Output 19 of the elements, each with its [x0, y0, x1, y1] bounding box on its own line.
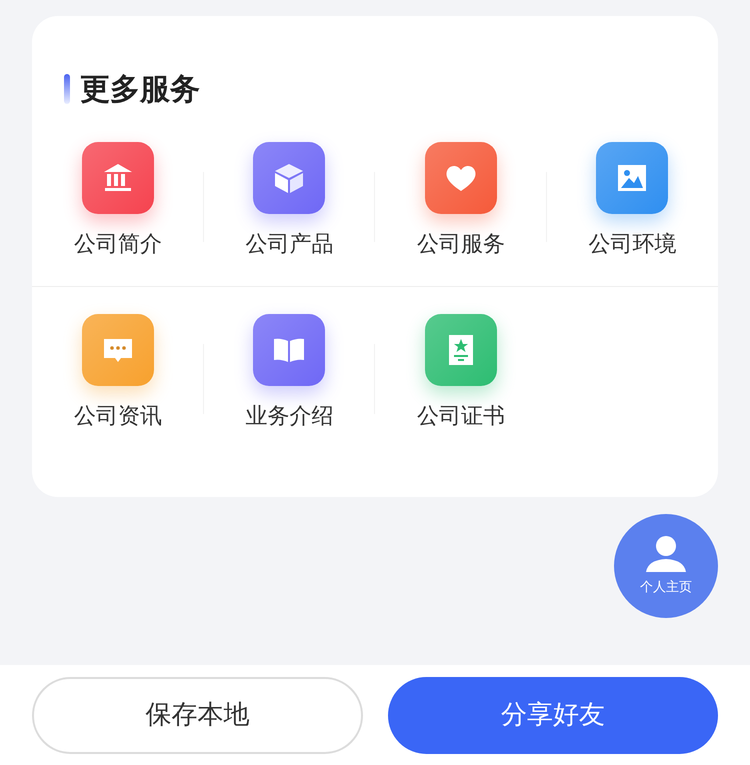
share-button[interactable]: 分享好友: [388, 677, 718, 754]
box-icon[interactable]: [253, 142, 326, 214]
service-label[interactable]: 公司简介: [74, 228, 162, 261]
section-title: 更多服务: [80, 70, 200, 108]
certificate-icon[interactable]: [424, 314, 497, 386]
service-label[interactable]: 公司证书: [416, 400, 505, 433]
service-label[interactable]: 公司环境: [588, 228, 676, 261]
chat-icon[interactable]: [82, 314, 154, 386]
accent-bar: [64, 74, 70, 104]
person-icon: [644, 534, 688, 574]
service-label[interactable]: 公司产品: [245, 228, 334, 261]
bank-icon[interactable]: [82, 142, 154, 214]
image-icon[interactable]: [596, 142, 668, 214]
service-label[interactable]: 业务介绍: [245, 400, 334, 433]
service-label[interactable]: 公司服务: [416, 228, 505, 261]
book-icon[interactable]: [253, 314, 326, 386]
service-label[interactable]: 公司资讯: [74, 400, 162, 433]
profile-button[interactable]: 个人主页: [614, 514, 718, 618]
save-button[interactable]: 保存本地: [32, 677, 362, 754]
